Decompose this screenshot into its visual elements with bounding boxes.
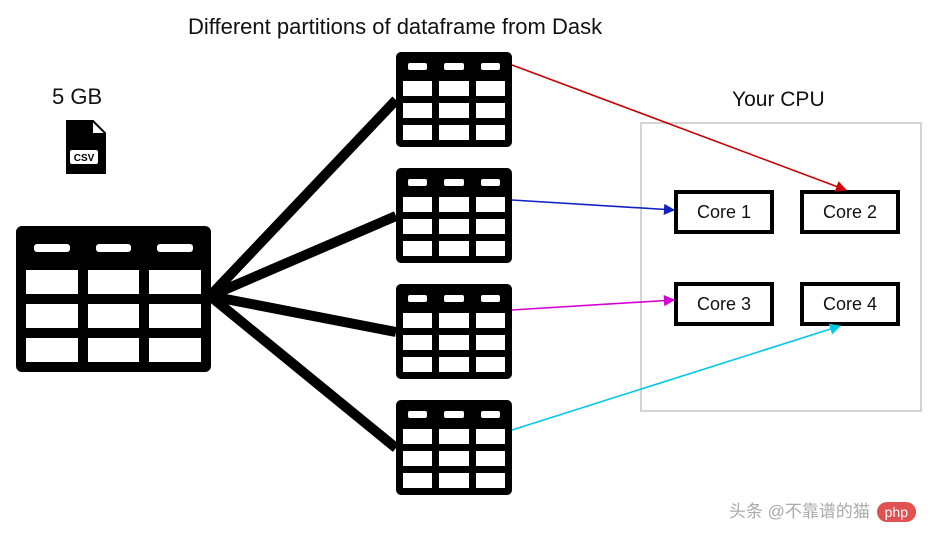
diagram-title: Different partitions of dataframe from D…	[188, 14, 602, 40]
core-4: Core 4	[800, 282, 900, 326]
core-3: Core 3	[674, 282, 774, 326]
fanout-line-4	[210, 296, 396, 448]
csv-file-icon: CSV	[62, 120, 106, 174]
watermark-text: 头条 @不靠谱的猫	[729, 502, 870, 521]
cpu-box	[640, 122, 922, 412]
core-1: Core 1	[674, 190, 774, 234]
partition-4-icon	[396, 400, 512, 495]
core-2: Core 2	[800, 190, 900, 234]
partition-1-icon	[396, 52, 512, 147]
partition-2-icon	[396, 168, 512, 263]
filesize-label: 5 GB	[52, 84, 102, 110]
partition-3-icon	[396, 284, 512, 379]
watermark: 头条 @不靠谱的猫 php	[729, 497, 916, 522]
csv-badge-text: CSV	[74, 153, 95, 164]
cpu-label: Your CPU	[732, 88, 825, 112]
fanout-line-1	[210, 100, 396, 296]
watermark-badge: php	[877, 502, 916, 522]
fanout-line-2	[210, 216, 396, 296]
source-dataframe-icon	[16, 226, 211, 372]
fanout-line-3	[210, 296, 396, 332]
